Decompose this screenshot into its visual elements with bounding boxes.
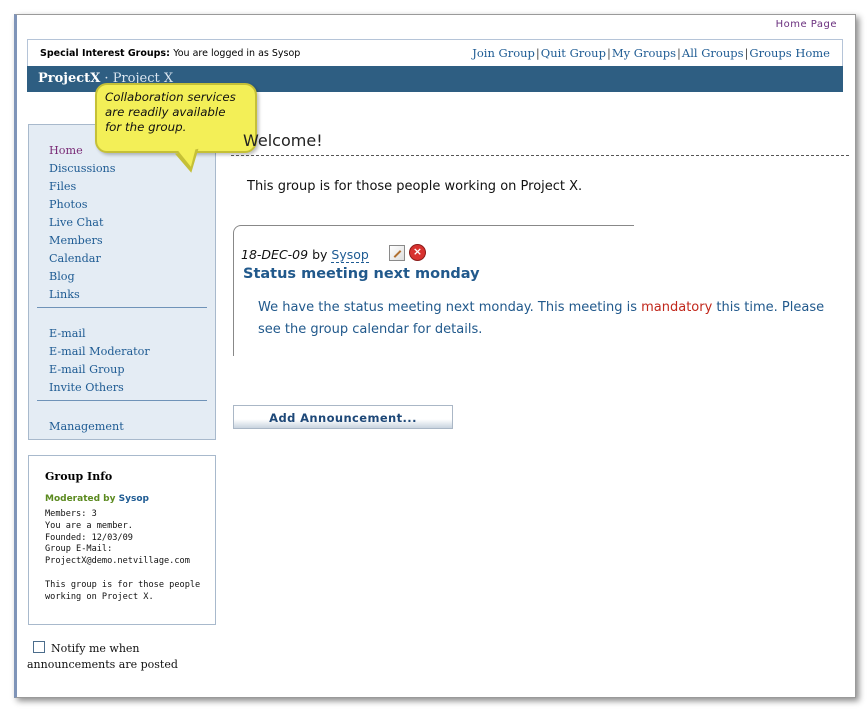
callout-line: for the group. [105, 120, 187, 134]
group-info-line: This group is for those people [45, 579, 201, 590]
project-name: ProjectX [38, 71, 101, 86]
home-page-link[interactable]: Home Page [776, 19, 837, 30]
announcement-by: by [312, 247, 328, 262]
sidebar-item-members[interactable]: Members [49, 234, 103, 247]
edit-icon[interactable] [389, 245, 405, 261]
nav-separator: | [606, 46, 611, 60]
group-info-line: You are a member. [45, 520, 133, 531]
moderated-by: Moderated by Sysop [45, 494, 149, 504]
top-bar: Special Interest Groups: You are logged … [27, 39, 843, 67]
sidebar-item-calendar[interactable]: Calendar [49, 252, 101, 265]
group-nav: Join Group|Quit Group|My Groups|All Grou… [472, 46, 830, 60]
nav-separator: | [535, 46, 540, 60]
group-email: ProjectX@demo.netvillage.com [45, 556, 190, 567]
sidebar-divider [37, 400, 207, 401]
callout-line: are readily available [105, 105, 226, 119]
group-info-heading: Group Info [45, 470, 113, 483]
sidebar-item-invite-others[interactable]: Invite Others [49, 381, 124, 394]
sidebar-item-email-moderator[interactable]: E-mail Moderator [49, 345, 150, 358]
sidebar-item-live-chat[interactable]: Live Chat [49, 216, 103, 229]
all-groups-link[interactable]: All Groups [682, 46, 744, 60]
announcement-highlight: mandatory [641, 300, 713, 315]
sidebar-item-blog[interactable]: Blog [49, 270, 75, 283]
sidebar-divider [37, 307, 207, 308]
sidebar-item-email[interactable]: E-mail [49, 327, 86, 340]
title-divider [231, 155, 849, 156]
quit-group-link[interactable]: Quit Group [541, 46, 606, 60]
sig-label: Special Interest Groups: [40, 48, 170, 59]
callout-line: Collaboration services [105, 90, 236, 104]
group-info-line: working on Project X. [45, 591, 154, 602]
nav-separator: | [677, 46, 681, 60]
group-info-panel: Group Info Moderated by Sysop Members: 3… [28, 455, 216, 625]
sidebar-item-photos[interactable]: Photos [49, 198, 87, 211]
notify-checkbox[interactable] [33, 641, 45, 653]
groups-home-link[interactable]: Groups Home [749, 46, 830, 60]
moderated-label: Moderated by [45, 494, 116, 504]
announcement-title: Status meeting next monday [243, 266, 480, 282]
sig-header: Special Interest Groups: You are logged … [40, 48, 300, 59]
group-info-details: Members: 3 You are a member. Founded: 12… [45, 509, 200, 603]
announcement-text: We have the status meeting next monday. … [258, 300, 642, 315]
annotation-callout: Collaboration services are readily avail… [95, 83, 257, 153]
announcement-meta: 18-DEC-09 by Sysop [241, 247, 369, 263]
browser-frame: Home Page Special Interest Groups: You a… [14, 14, 856, 698]
sidebar-item-links[interactable]: Links [49, 288, 80, 301]
notify-label: Notify me when announcements are posted [27, 642, 178, 671]
callout-tail-inner [178, 147, 200, 169]
group-info-line: Members: 3 [45, 509, 97, 519]
delete-icon[interactable]: × [409, 244, 426, 261]
callout-text: Collaboration services are readily avail… [105, 90, 236, 135]
group-info-spacer [45, 568, 200, 580]
sidebar-item-email-group[interactable]: E-mail Group [49, 363, 125, 376]
moderator-link[interactable]: Sysop [119, 494, 149, 504]
announcement-body: We have the status meeting next monday. … [258, 297, 848, 341]
sidebar-item-files[interactable]: Files [49, 180, 76, 193]
announcement-date: 18-DEC-09 [241, 247, 309, 262]
sidebar-item-management[interactable]: Management [49, 420, 124, 433]
add-announcement-button[interactable]: Add Announcement... [233, 405, 453, 429]
sidebar-item-discussions[interactable]: Discussions [49, 162, 116, 175]
notify-option: Notify me when announcements are posted [27, 641, 227, 673]
nav-separator: | [744, 46, 749, 60]
group-info-line: Founded: 12/03/09 [45, 532, 133, 543]
join-group-link[interactable]: Join Group [472, 46, 535, 60]
announcement-author[interactable]: Sysop [331, 247, 369, 263]
group-info-line: Group E-Mail: [45, 544, 113, 555]
group-description: This group is for those people working o… [247, 179, 583, 194]
sidebar-item-home[interactable]: Home [49, 144, 83, 157]
my-groups-link[interactable]: My Groups [612, 46, 676, 60]
page-title: Welcome! [243, 131, 323, 150]
login-status: You are logged in as Sysop [173, 48, 301, 59]
